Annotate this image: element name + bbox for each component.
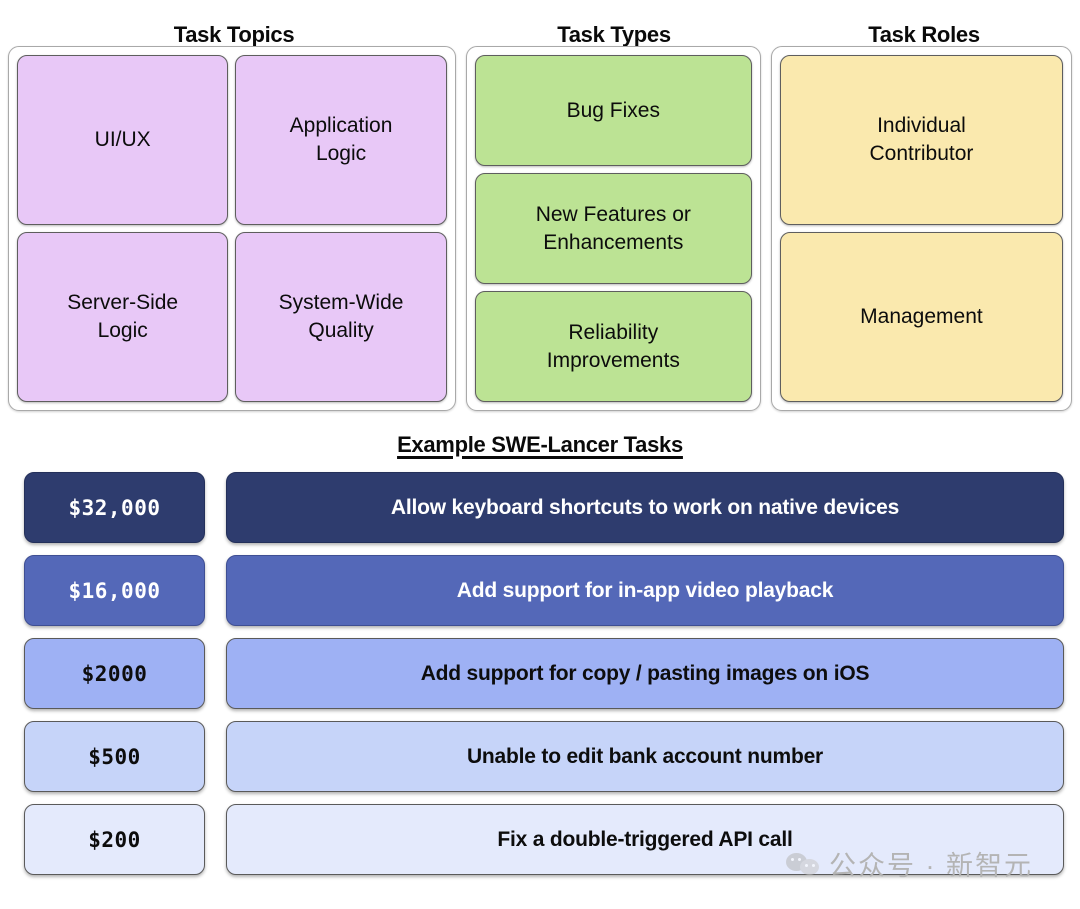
panel-task-topics: UI/UX Application Logic Server-Side Logi… — [8, 46, 456, 411]
task-description-box[interactable]: Fix a double-triggered API call — [226, 804, 1064, 875]
task-price-badge[interactable]: $16,000 — [24, 555, 205, 626]
task-price-label: $2000 — [81, 661, 148, 686]
task-description-label: Unable to edit bank account number — [466, 744, 824, 768]
example-task-list: $32,000 Allow keyboard shortcuts to work… — [0, 472, 1080, 875]
column-task-types: Bug Fixes New Features or Enhancements R… — [465, 46, 761, 411]
card-label: UI/UX — [94, 128, 151, 152]
column-task-topics: UI/UX Application Logic Server-Side Logi… — [8, 46, 456, 411]
card-label: Individual Contributor — [869, 114, 974, 165]
card-label: New Features or Enhancements — [535, 202, 691, 254]
type-card-bug-fixes[interactable]: Bug Fixes — [474, 55, 752, 166]
topic-card-system-wide-quality[interactable]: System-Wide Quality — [235, 232, 447, 402]
task-price-label: $16,000 — [68, 578, 161, 603]
task-description-label: Add support for copy / pasting images on… — [420, 661, 870, 685]
category-panels: UI/UX Application Logic Server-Side Logi… — [0, 46, 1080, 411]
heading-task-topics: Task Topics — [173, 22, 295, 47]
task-row: $500 Unable to edit bank account number — [24, 721, 1064, 792]
heading-task-types: Task Types — [557, 22, 671, 47]
type-card-new-features[interactable]: New Features or Enhancements — [474, 173, 752, 284]
task-description-box[interactable]: Unable to edit bank account number — [226, 721, 1064, 792]
heading-task-roles: Task Roles — [868, 22, 980, 47]
task-row: $16,000 Add support for in-app video pla… — [24, 555, 1064, 626]
task-price-badge[interactable]: $2000 — [24, 638, 205, 709]
card-label: Application Logic — [289, 114, 393, 165]
examples-title-wrap: Example SWE-Lancer Tasks — [0, 432, 1080, 458]
task-description-label: Add support for in-app video playback — [456, 578, 834, 602]
panel-task-roles: Individual Contributor Management — [770, 46, 1072, 411]
task-price-label: $32,000 — [68, 495, 161, 520]
task-price-badge[interactable]: $500 — [24, 721, 205, 792]
topic-card-ui-ux[interactable]: UI/UX — [17, 55, 229, 225]
task-row: $2000 Add support for copy / pasting ima… — [24, 638, 1064, 709]
task-description-box[interactable]: Allow keyboard shortcuts to work on nati… — [226, 472, 1064, 543]
panel-task-types: Bug Fixes New Features or Enhancements R… — [465, 46, 761, 411]
task-row: $200 Fix a double-triggered API call — [24, 804, 1064, 875]
card-label: Server-Side Logic — [67, 291, 179, 342]
task-description-label: Fix a double-triggered API call — [497, 827, 793, 851]
examples-title: Example SWE-Lancer Tasks — [397, 432, 683, 457]
card-label: Reliability Improvements — [546, 320, 680, 372]
task-price-label: $200 — [88, 827, 141, 852]
role-card-management[interactable]: Management — [779, 232, 1063, 402]
role-card-individual-contributor[interactable]: Individual Contributor — [779, 55, 1063, 225]
column-headings: Task Topics Task Types Task Roles — [0, 0, 1080, 46]
task-description-box[interactable]: Add support for copy / pasting images on… — [226, 638, 1064, 709]
task-description-label: Allow keyboard shortcuts to work on nati… — [390, 495, 900, 519]
task-price-label: $500 — [88, 744, 141, 769]
card-label: System-Wide Quality — [278, 291, 404, 342]
topic-card-server-side-logic[interactable]: Server-Side Logic — [17, 232, 229, 402]
task-row: $32,000 Allow keyboard shortcuts to work… — [24, 472, 1064, 543]
task-price-badge[interactable]: $32,000 — [24, 472, 205, 543]
card-label: Bug Fixes — [566, 98, 660, 122]
type-card-reliability-improvements[interactable]: Reliability Improvements — [474, 291, 752, 402]
task-description-box[interactable]: Add support for in-app video playback — [226, 555, 1064, 626]
task-price-badge[interactable]: $200 — [24, 804, 205, 875]
topic-card-application-logic[interactable]: Application Logic — [235, 55, 447, 225]
card-label: Management — [860, 305, 983, 329]
column-task-roles: Individual Contributor Management — [770, 46, 1072, 411]
